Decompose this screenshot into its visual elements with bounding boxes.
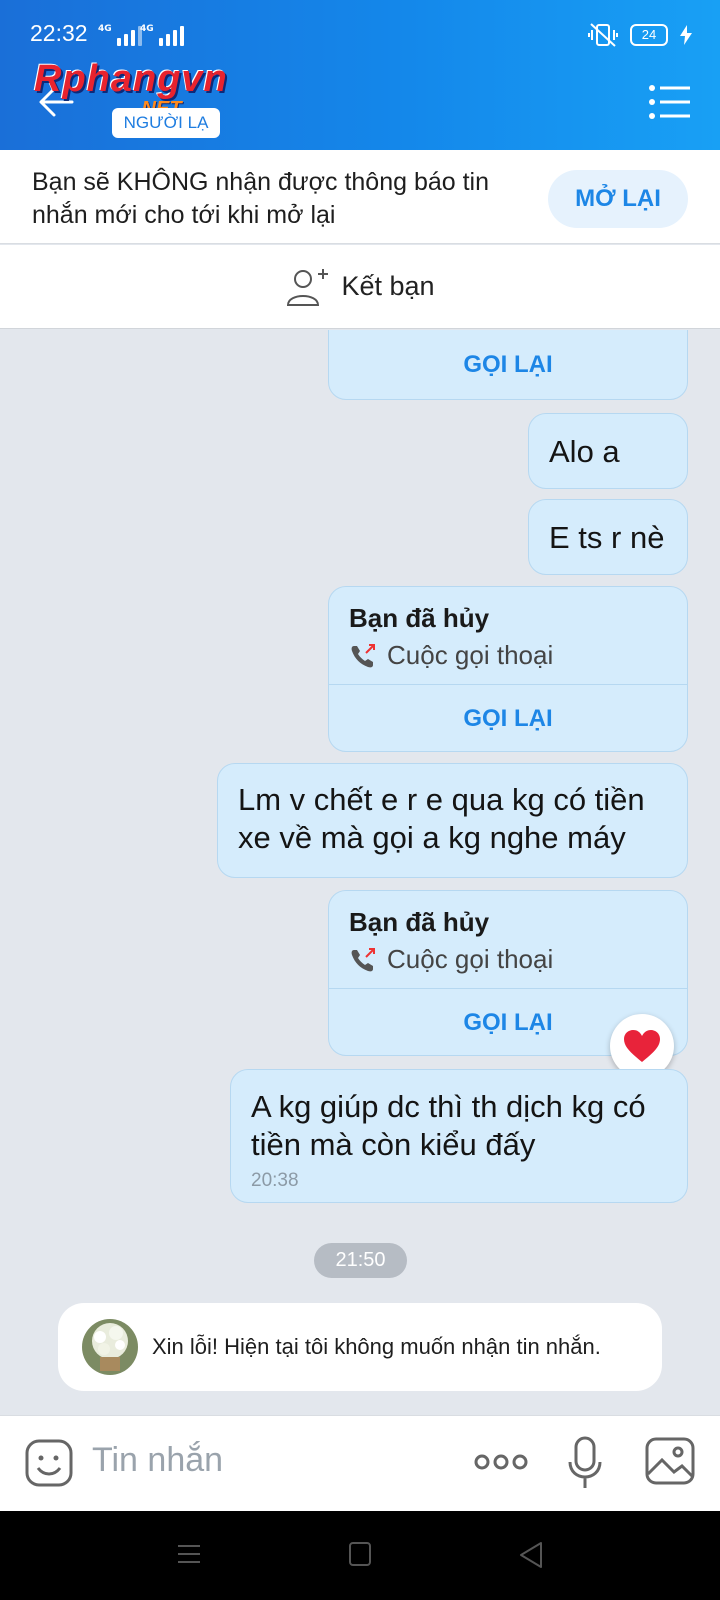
signal-icon-2: 4G bbox=[140, 24, 184, 46]
app-header: 22:32 4G 4G 24 Rphangvn .NET NGƯỜI LẠ bbox=[0, 0, 720, 150]
chat-area: GỌI LẠI Alo a E ts r nè Bạn đã hủy Cuộc … bbox=[0, 330, 720, 1415]
call-type: Cuộc gọi thoại bbox=[387, 640, 554, 670]
auto-reply-text: Xin lỗi! Hiện tại tôi không muốn nhận ti… bbox=[152, 1334, 601, 1359]
call-info: Bạn đã hủy Cuộc gọi thoại bbox=[329, 891, 687, 989]
mute-notice: Bạn sẽ KHÔNG nhận được thông báo tin nhắ… bbox=[0, 150, 720, 244]
callback-button[interactable]: GỌI LẠI bbox=[329, 331, 687, 399]
message-bubble: A kg giúp dc thì th dịch kg có tiền mà c… bbox=[230, 1069, 688, 1203]
status-right: 24 bbox=[588, 22, 692, 48]
status-bar: 22:32 4G 4G 24 bbox=[0, 0, 720, 56]
heart-icon bbox=[624, 1030, 660, 1062]
back-nav-icon[interactable] bbox=[518, 1541, 544, 1569]
message-bubble: Lm v chết e r e qua kg có tiền xe về mà … bbox=[217, 763, 688, 878]
call-type-row: Cuộc gọi thoại bbox=[349, 944, 667, 975]
avatar[interactable] bbox=[82, 1319, 138, 1375]
call-status: Bạn đã hủy bbox=[349, 603, 490, 633]
message-time: 20:38 bbox=[251, 1170, 299, 1191]
call-type-row: Cuộc gọi thoại bbox=[349, 640, 667, 671]
battery-icon: 24 bbox=[630, 24, 668, 46]
missed-call-icon bbox=[351, 643, 375, 667]
watermark-logo: Rphangvn bbox=[34, 58, 228, 100]
message-text: A kg giúp dc thì th dịch kg có tiền mà c… bbox=[251, 1089, 646, 1162]
status-time: 22:32 bbox=[30, 20, 88, 46]
menu-list-icon[interactable] bbox=[648, 84, 692, 120]
recent-apps-icon[interactable] bbox=[176, 1541, 202, 1567]
add-friend-icon bbox=[287, 268, 329, 306]
charging-icon bbox=[680, 25, 692, 45]
reopen-button[interactable]: MỞ LẠI bbox=[548, 170, 688, 228]
call-status: Bạn đã hủy bbox=[349, 907, 490, 937]
auto-reply-message: Xin lỗi! Hiện tại tôi không muốn nhận ti… bbox=[58, 1303, 662, 1391]
message-input-bar: Tin nhắn bbox=[0, 1415, 720, 1511]
message-input[interactable]: Tin nhắn bbox=[92, 1441, 223, 1480]
stranger-badge: NGƯỜI LẠ bbox=[112, 108, 220, 138]
signal-icon: 4G bbox=[98, 24, 142, 46]
emoji-sticker-icon[interactable] bbox=[24, 1438, 74, 1488]
network-type-label: 4G bbox=[98, 24, 112, 34]
call-info: Bạn đã hủy Cuộc gọi thoại bbox=[329, 587, 687, 685]
image-gallery-icon[interactable] bbox=[644, 1436, 696, 1486]
add-friend-label: Kết bạn bbox=[341, 271, 435, 301]
call-card-partial: GỌI LẠI bbox=[328, 330, 688, 400]
call-type: Cuộc gọi thoại bbox=[387, 944, 554, 974]
home-icon[interactable] bbox=[348, 1541, 372, 1567]
microphone-icon[interactable] bbox=[566, 1434, 604, 1492]
vibrate-mute-icon bbox=[588, 23, 618, 47]
network-type-label-2: 4G bbox=[140, 24, 154, 34]
message-bubble: E ts r nè bbox=[528, 499, 688, 575]
notice-text: Bạn sẽ KHÔNG nhận được thông báo tin nhắ… bbox=[32, 168, 490, 229]
more-options-icon[interactable] bbox=[474, 1452, 528, 1472]
time-divider: 21:50 bbox=[314, 1243, 407, 1278]
call-card: Bạn đã hủy Cuộc gọi thoại GỌI LẠI bbox=[328, 586, 688, 752]
add-friend-bar[interactable]: Kết bạn bbox=[0, 245, 720, 329]
message-bubble: Alo a bbox=[528, 413, 688, 489]
system-nav-bar bbox=[0, 1511, 720, 1600]
callback-button[interactable]: GỌI LẠI bbox=[329, 685, 687, 753]
missed-call-icon bbox=[351, 947, 375, 971]
